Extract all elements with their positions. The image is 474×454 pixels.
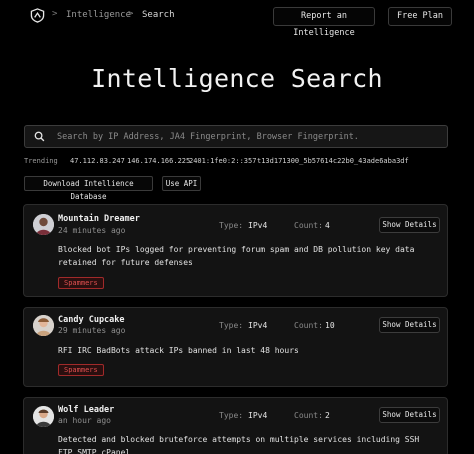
trending-label: Trending [24,157,58,165]
trending-item[interactable]: t13d171300_5b57614c22b0_43ade6aba3df [257,157,409,165]
type-value: IPv4 [248,221,268,230]
free-plan-button[interactable]: Free Plan [388,7,452,26]
avatar [33,315,54,336]
logo-icon[interactable] [30,8,45,23]
show-details-button[interactable]: Show Details [379,217,440,233]
search-input[interactable] [57,129,442,144]
breadcrumb-search: Search [142,10,175,20]
download-database-button[interactable]: Download Intellience Database [24,176,153,201]
card-description: Detected and blocked bruteforce attempts… [58,435,420,454]
count-label: Count: [294,411,323,420]
category-tag[interactable]: Spammers [58,364,104,376]
report-intelligence-button[interactable]: Report an Intelligence [273,7,375,38]
intelligence-card: Mountain Dreamer 24 minutes ago Type: IP… [23,204,448,297]
card-description: RFI IRC BadBots attack IPs banned in las… [58,346,299,355]
intelligence-card: Wolf Leader an hour ago Type: IPv4 Count… [23,397,448,454]
card-timestamp: an hour ago [58,416,111,425]
search-icon [34,131,45,142]
type-label: Type: [219,221,244,230]
card-author-name[interactable]: Mountain Dreamer [58,214,140,224]
show-details-button[interactable]: Show Details [379,407,440,423]
top-bar: > Intelligence > Search Report an Intell… [0,0,474,38]
show-details-button[interactable]: Show Details [379,317,440,333]
type-value: IPv4 [248,411,268,420]
count-label: Count: [294,321,323,330]
count-value: 4 [325,221,330,230]
avatar [33,214,54,235]
card-timestamp: 24 minutes ago [58,226,126,235]
avatar [33,406,54,427]
card-description: Blocked bot IPs logged for preventing fo… [58,245,415,267]
card-author-name[interactable]: Wolf Leader [58,405,114,415]
breadcrumb-separator: > [52,9,58,19]
card-author-name[interactable]: Candy Cupcake [58,315,125,325]
page-title: Intelligence Search [91,64,383,93]
type-value: IPv4 [248,321,268,330]
intelligence-card: Candy Cupcake 29 minutes ago Type: IPv4 … [23,307,448,387]
breadcrumb-separator: > [128,9,134,19]
category-tag[interactable]: Spammers [58,277,104,289]
trending-item[interactable]: 2401:1fe0:2::357 [189,157,256,165]
search-box[interactable] [24,125,448,148]
count-value: 2 [325,411,330,420]
trending-item[interactable]: 146.174.166.225 [127,157,190,165]
trending-item[interactable]: 47.112.83.247 [70,157,125,165]
card-timestamp: 29 minutes ago [58,326,126,335]
breadcrumb-intelligence[interactable]: Intelligence [66,10,131,20]
use-api-button[interactable]: Use API [162,176,201,191]
count-value: 10 [325,321,335,330]
count-label: Count: [294,221,323,230]
type-label: Type: [219,321,244,330]
type-label: Type: [219,411,244,420]
